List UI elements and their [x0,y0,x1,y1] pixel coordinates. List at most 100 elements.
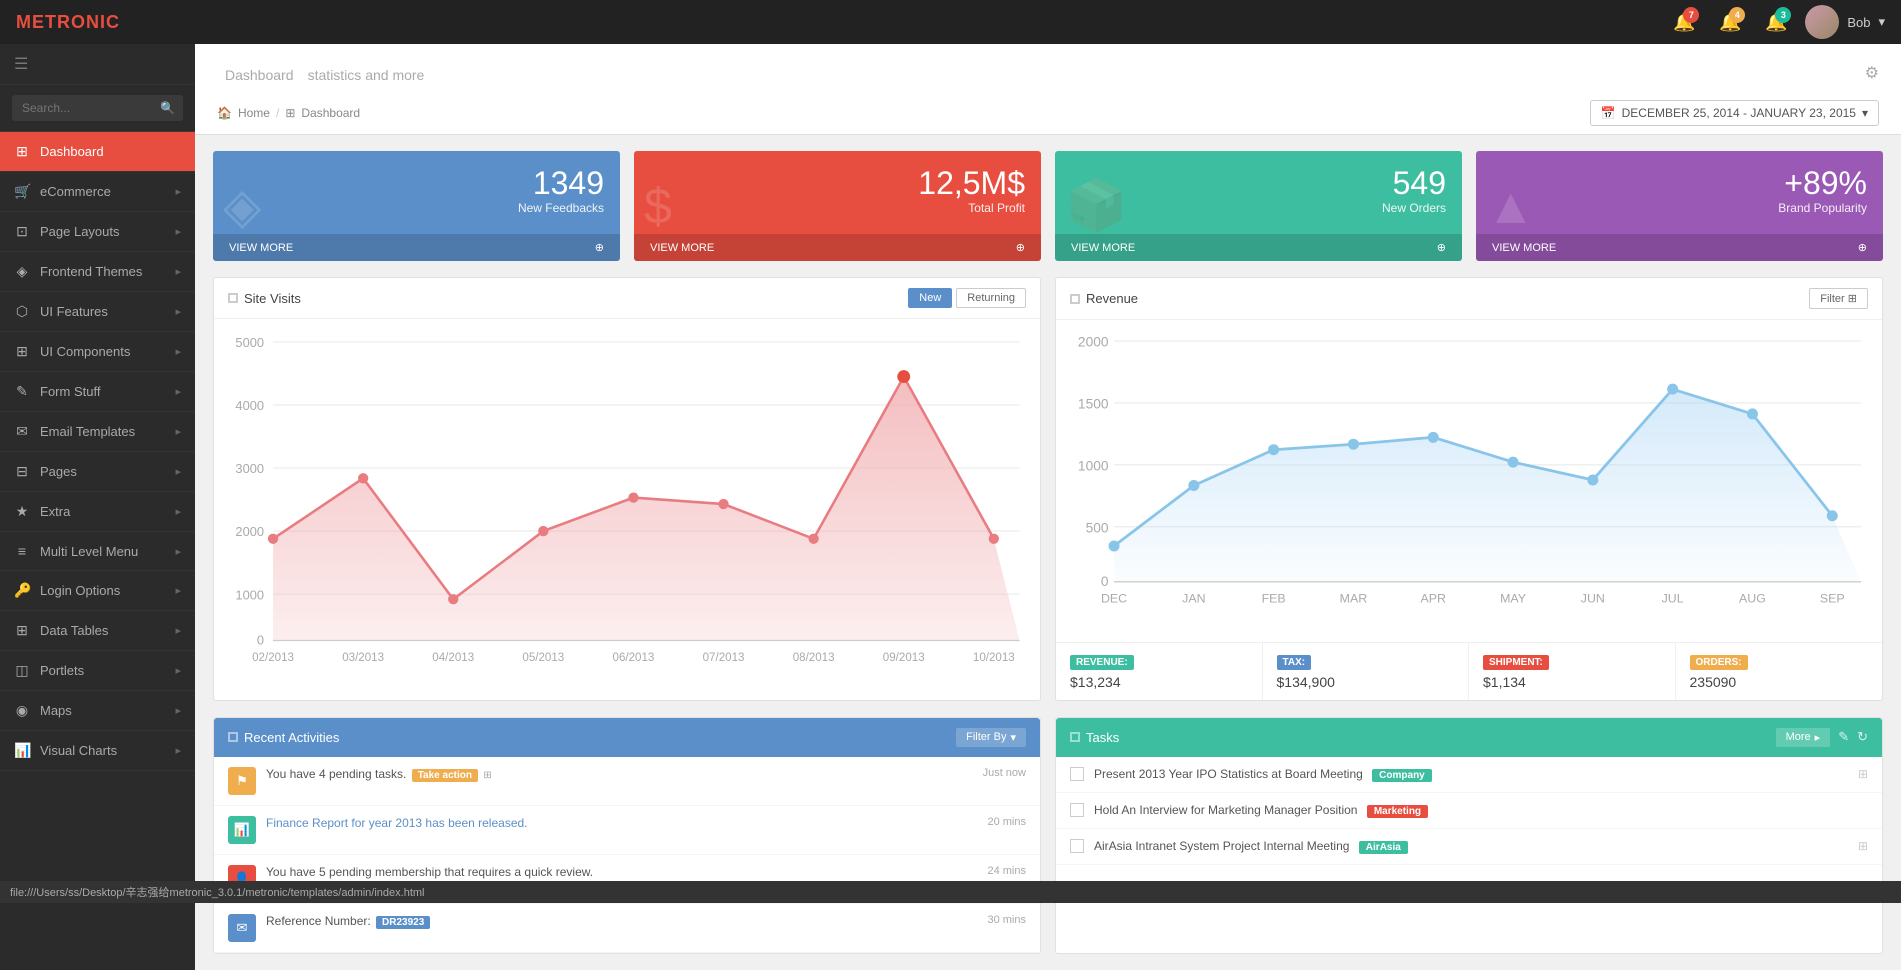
tasks-refresh-icon[interactable]: ↻ [1857,729,1868,745]
sidebar-item-ui-components[interactable]: ⊞ UI Components ▸ [0,332,195,372]
task-edit-icon-3[interactable]: ⊞ [1858,839,1868,853]
activity-content-2: Finance Report for year 2013 has been re… [266,816,977,830]
sidebar: ☰ 🔍 ⊞ Dashboard 🛒 [0,44,195,970]
svg-text:08/2013: 08/2013 [793,652,835,664]
page-subtitle: statistics and more [308,67,425,83]
site-visits-svg: 5000 4000 3000 2000 1000 0 [228,329,1026,664]
sidebar-item-email-templates[interactable]: ✉ Email Templates ▸ [0,412,195,452]
circle-arrow-icon-1: ⊕ [595,241,604,254]
site-visits-chart: Site Visits New Returning 5000 4000 3000 [213,277,1041,701]
sidebar-label-extra: Extra [40,504,70,519]
navbar-right: 🔔 7 🔔 4 🔔 3 Bob ▾ [1667,5,1885,39]
notification-bell-3[interactable]: 🔔 3 [1759,5,1793,39]
breadcrumb-icon2: ⊞ [285,106,295,120]
user-name: Bob [1847,15,1870,30]
chevron-right-icon-3: ▸ [175,265,181,278]
date-range-button[interactable]: 📅 DECEMBER 25, 2014 - JANUARY 23, 2015 ▾ [1590,100,1879,126]
revenue-value: $13,234 [1070,674,1248,690]
svg-text:500: 500 [1086,520,1109,535]
sidebar-item-portlets[interactable]: ◫ Portlets ▸ [0,651,195,691]
sidebar-item-ecommerce[interactable]: 🛒 eCommerce ▸ [0,172,195,212]
svg-text:09/2013: 09/2013 [883,652,925,664]
tasks-more-button[interactable]: More ▸ [1776,728,1831,747]
take-action-tag[interactable]: Take action [412,769,478,782]
sidebar-label-ecommerce: eCommerce [40,184,111,199]
revenue-filter-button[interactable]: Filter ⊞ [1809,288,1868,309]
search-input[interactable] [12,95,183,121]
new-button[interactable]: New [908,288,952,308]
sidebar-item-ui-features[interactable]: ⬡ UI Features ▸ [0,292,195,332]
orders-value: 235090 [1690,674,1869,690]
finance-report-link[interactable]: Finance Report for year 2013 has been re… [266,816,528,830]
popularity-label: Brand Popularity [1492,201,1867,215]
sidebar-item-login-options[interactable]: 🔑 Login Options ▸ [0,571,195,611]
feedbacks-footer[interactable]: VIEW MORE ⊕ [213,234,620,261]
breadcrumb-dashboard[interactable]: Dashboard [301,106,360,120]
circle-arrow-icon-4: ⊕ [1858,241,1867,254]
filter-icon: ⊞ [1848,293,1857,305]
sidebar-label-ui-features: UI Features [40,304,108,319]
visual-charts-icon: 📊 [14,742,30,759]
notification-bell-1[interactable]: 🔔 7 [1667,5,1701,39]
activity-item-1: ⚑ You have 4 pending tasks. Take action … [214,757,1040,806]
breadcrumb-home[interactable]: Home [238,106,270,120]
sidebar-item-extra[interactable]: ★ Extra ▸ [0,492,195,532]
returning-button[interactable]: Returning [956,288,1026,308]
portlets-icon: ◫ [14,662,30,679]
sidebar-item-data-tables[interactable]: ⊞ Data Tables ▸ [0,611,195,651]
sidebar-label-ui-components: UI Components [40,344,130,359]
task-edit-icon-1[interactable]: ⊞ [1858,767,1868,781]
sidebar-menu: ⊞ Dashboard 🛒 eCommerce ▸ ⊡ [0,132,195,771]
svg-text:2000: 2000 [235,524,264,539]
sidebar-item-form-stuff[interactable]: ✎ Form Stuff ▸ [0,372,195,412]
breadcrumb-row: 🏠 Home / ⊞ Dashboard 📅 DECEMBER 25, 2014… [217,94,1879,134]
filter-by-icon: ▾ [1010,731,1016,744]
svg-text:07/2013: 07/2013 [703,652,745,664]
activity-time-4: 30 mins [987,914,1026,926]
task-checkbox-1[interactable] [1070,767,1084,781]
chevron-right-icon-5: ▸ [175,345,181,358]
tasks-panel: Tasks More ▸ ✎ ↻ [1055,717,1883,954]
bottom-row: Recent Activities Filter By ▾ ⚑ [213,717,1883,954]
sidebar-item-maps[interactable]: ◉ Maps ▸ [0,691,195,731]
activity-item-2: 📊 Finance Report for year 2013 has been … [214,806,1040,855]
revenue-chart: Revenue Filter ⊞ 2000 1500 1000 [1055,277,1883,701]
task-item-1: Present 2013 Year IPO Statistics at Boar… [1056,757,1882,793]
sidebar-label-form-stuff: Form Stuff [40,384,100,399]
notification-bell-2[interactable]: 🔔 4 [1713,5,1747,39]
orders-footer[interactable]: VIEW MORE ⊕ [1055,234,1462,261]
chevron-right-icon-9: ▸ [175,505,181,518]
activity-icon-1: ⚑ [228,767,256,795]
task-item-3: AirAsia Intranet System Project Internal… [1056,829,1882,865]
sidebar-item-visual-charts[interactable]: 📊 Visual Charts ▸ [0,731,195,771]
svg-text:2000: 2000 [1078,335,1109,350]
sidebar-item-frontend-themes[interactable]: ◈ Frontend Themes ▸ [0,252,195,292]
settings-gear-icon[interactable]: ⚙ [1865,63,1879,83]
tasks-edit-icon[interactable]: ✎ [1838,729,1849,745]
chevron-right-icon-15: ▸ [175,744,181,757]
sidebar-toggle[interactable]: ☰ [0,44,195,85]
activity-item-4: ✉ Reference Number: DR23923 30 mins [214,904,1040,953]
sidebar-item-multi-level-menu[interactable]: ≡ Multi Level Menu ▸ [0,532,195,571]
sidebar-item-page-layouts[interactable]: ⊡ Page Layouts ▸ [0,212,195,252]
notif-count-2: 4 [1729,7,1745,23]
rev-stat-tax: TAX: $134,900 [1263,643,1470,700]
revenue-stats: REVENUE: $13,234 TAX: $134,900 SHIPMENT:… [1056,642,1882,700]
popularity-footer[interactable]: VIEW MORE ⊕ [1476,234,1883,261]
sidebar-search-area: 🔍 [0,85,195,132]
breadcrumb-home-icon: 🏠 [217,106,232,120]
sidebar-item-dashboard[interactable]: ⊞ Dashboard [0,132,195,172]
task-checkbox-2[interactable] [1070,803,1084,817]
frontend-themes-icon: ◈ [14,263,30,280]
hamburger-icon: ☰ [14,54,28,74]
dashboard-icon: ⊞ [14,143,30,160]
date-range-text: DECEMBER 25, 2014 - JANUARY 23, 2015 [1622,106,1856,120]
popularity-footer-text: VIEW MORE [1492,242,1556,254]
sidebar-item-pages[interactable]: ⊟ Pages ▸ [0,452,195,492]
brand-suffix: NIC [86,12,120,32]
profit-footer[interactable]: VIEW MORE ⊕ [634,234,1041,261]
filter-by-button[interactable]: Filter By ▾ [956,728,1026,747]
chevron-right-icon: ▸ [175,185,181,198]
task-checkbox-3[interactable] [1070,839,1084,853]
user-menu[interactable]: Bob ▾ [1805,5,1885,39]
